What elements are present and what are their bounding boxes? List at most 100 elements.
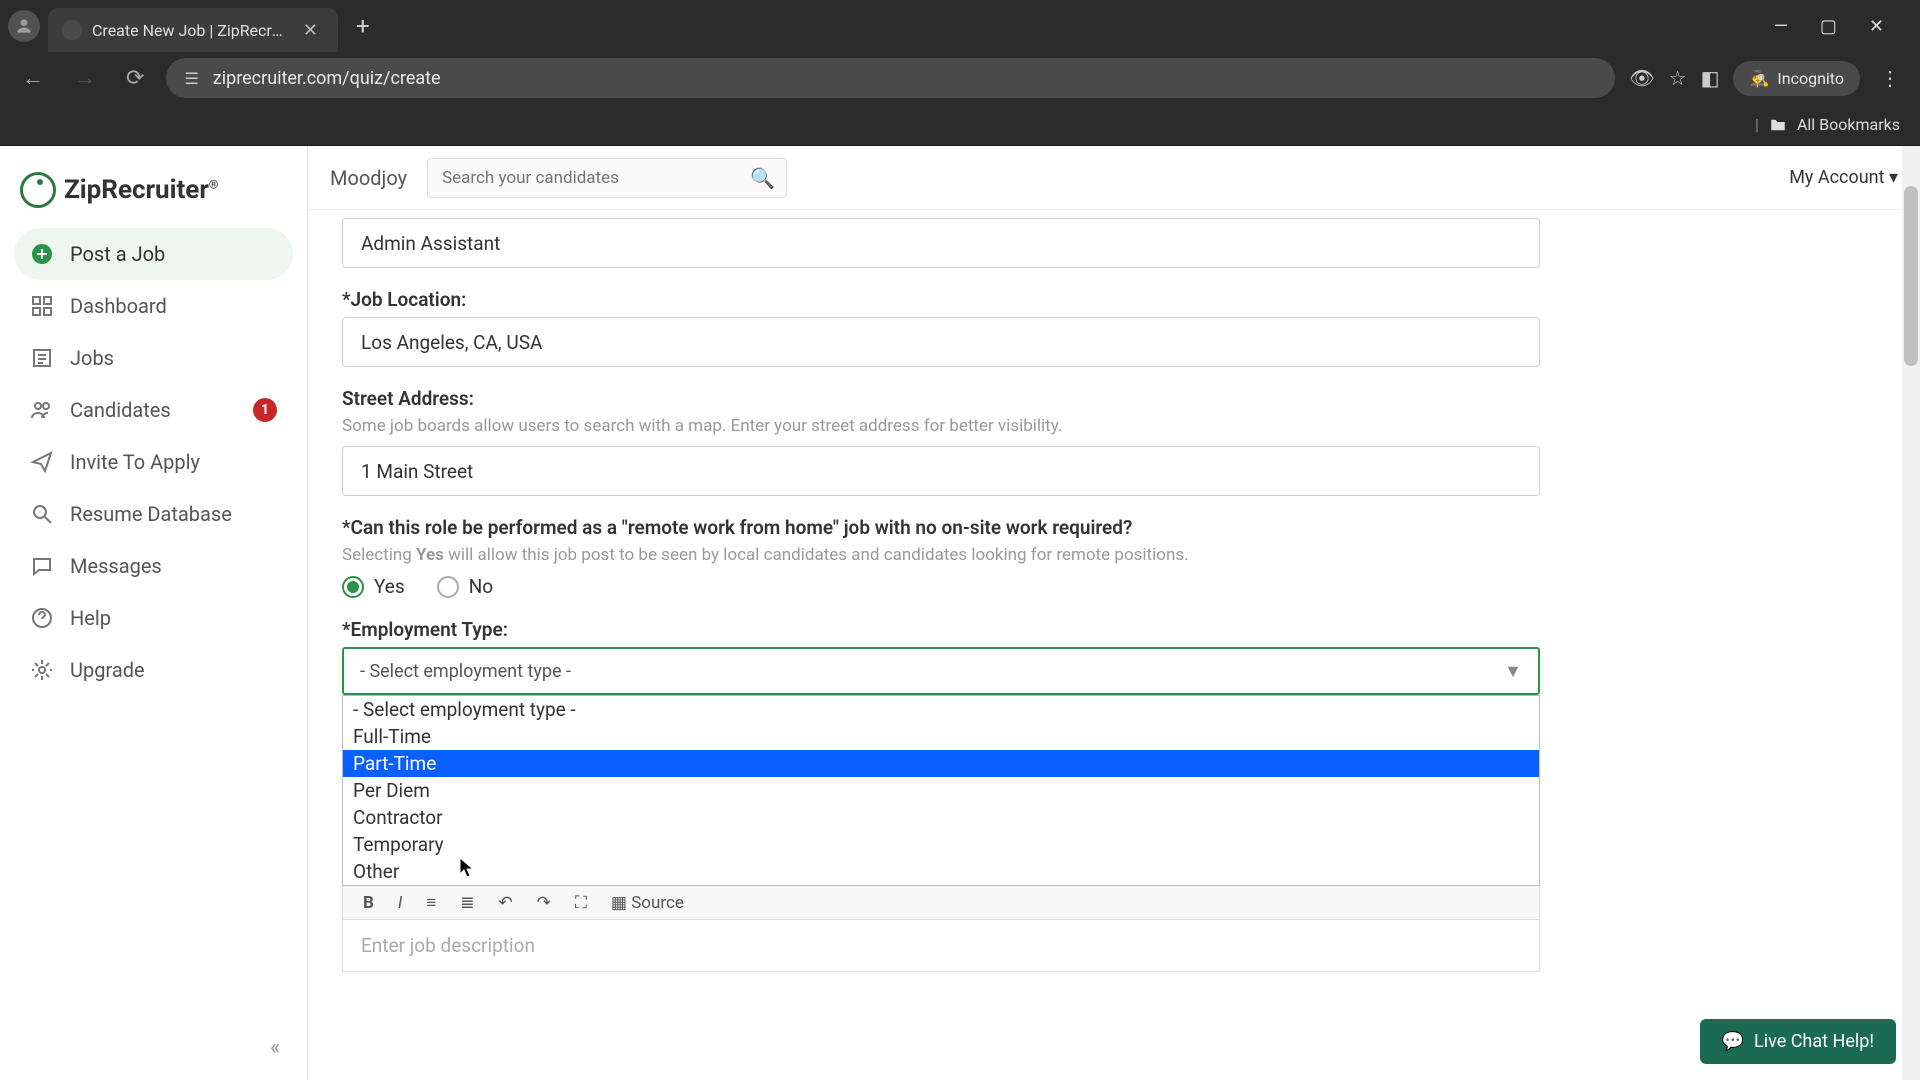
employment-type-dropdown: - Select employment type -Full-TimePart-… <box>342 695 1540 886</box>
all-bookmarks-link[interactable]: All Bookmarks <box>1797 115 1900 134</box>
search-icon <box>30 502 54 526</box>
job-form: *Job Location: Street Address: Some job … <box>308 210 1920 972</box>
expand-button[interactable]: ⛶ <box>569 891 593 915</box>
sidebar-item-dashboard[interactable]: Dashboard <box>14 280 293 332</box>
sidebar-item-upgrade[interactable]: Upgrade <box>14 644 293 696</box>
redo-button[interactable]: ↷ <box>531 891 557 915</box>
dropdown-option[interactable]: Other <box>343 858 1539 885</box>
radio-yes[interactable]: Yes <box>342 575 405 598</box>
minimize-button[interactable]: ― <box>1764 10 1798 43</box>
remote-work-hint: Selecting Yes will allow this job post t… <box>342 545 1886 565</box>
sidebar-item-invite[interactable]: Invite To Apply <box>14 436 293 488</box>
sidebar-item-post-job[interactable]: Post a Job <box>14 228 293 280</box>
dropdown-option[interactable]: - Select employment type - <box>343 696 1539 723</box>
org-name[interactable]: Moodjoy <box>330 166 407 190</box>
street-address-label: Street Address: <box>342 387 1886 410</box>
sidebar-label: Help <box>70 606 277 630</box>
street-address-hint: Some job boards allow users to search wi… <box>342 416 1886 436</box>
grid-icon <box>30 294 54 318</box>
tab-close-icon[interactable]: ✕ <box>297 18 324 43</box>
search-input[interactable] <box>427 158 787 198</box>
live-chat-label: Live Chat Help! <box>1754 1031 1874 1052</box>
radio-icon <box>437 576 459 598</box>
new-tab-button[interactable]: + <box>346 8 380 44</box>
sidebar-item-help[interactable]: Help <box>14 592 293 644</box>
chat-bubble-icon: 💬 <box>1722 1031 1744 1052</box>
profile-avatar[interactable] <box>8 10 40 42</box>
dropdown-option[interactable]: Full-Time <box>343 723 1539 750</box>
radio-icon <box>342 576 364 598</box>
undo-button[interactable]: ↶ <box>493 891 519 915</box>
bold-button[interactable]: B <box>357 891 380 915</box>
job-location-input[interactable] <box>342 317 1540 367</box>
radio-yes-label: Yes <box>374 575 405 598</box>
search-icon[interactable]: 🔍 <box>750 166 775 190</box>
dropdown-option[interactable]: Part-Time <box>343 750 1539 777</box>
sidebar-label: Invite To Apply <box>70 450 277 474</box>
chevron-down-icon: ▼ <box>1504 661 1522 682</box>
my-account-menu[interactable]: My Account ▾ <box>1789 167 1898 188</box>
dropdown-option[interactable]: Per Diem <box>343 777 1539 804</box>
logo[interactable]: ZipRecruiter® <box>14 164 293 228</box>
browser-tab[interactable]: Create New Job | ZipRecruiter ✕ <box>48 8 338 52</box>
incognito-label: Incognito <box>1777 69 1844 88</box>
employment-type-label: *Employment Type: <box>342 618 1886 641</box>
radio-no-label: No <box>469 575 493 598</box>
forward-button: → <box>66 59 104 97</box>
italic-button[interactable]: I <box>392 891 408 915</box>
sidebar-label: Jobs <box>70 346 277 370</box>
job-title-input[interactable] <box>342 218 1540 268</box>
users-icon <box>30 398 54 422</box>
live-chat-button[interactable]: 💬 Live Chat Help! <box>1700 1019 1896 1064</box>
sidebar-label: Candidates <box>70 398 237 422</box>
dropdown-option[interactable]: Temporary <box>343 831 1539 858</box>
sidebar-item-candidates[interactable]: Candidates 1 <box>14 384 293 436</box>
window-controls: ― ▢ ✕ <box>1764 10 1912 43</box>
panel-icon[interactable]: ◧ <box>1701 66 1720 90</box>
candidates-badge: 1 <box>253 398 277 422</box>
chat-icon <box>30 554 54 578</box>
source-button[interactable]: ▦ Source <box>605 891 690 915</box>
editor-body[interactable]: Enter job description <box>342 920 1540 972</box>
ordered-list-button[interactable]: ≡ <box>420 891 442 915</box>
sidebar-label: Messages <box>70 554 277 578</box>
vertical-scrollbar[interactable] <box>1902 146 1920 1080</box>
close-window-button[interactable]: ✕ <box>1859 10 1894 43</box>
employment-type-select[interactable]: - Select employment type - ▼ <box>342 647 1540 695</box>
incognito-icon: 🕵 <box>1749 69 1769 88</box>
sidebar-label: Post a Job <box>70 242 277 266</box>
sidebar-item-messages[interactable]: Messages <box>14 540 293 592</box>
back-button[interactable]: ← <box>14 59 52 97</box>
list-icon <box>30 346 54 370</box>
reload-button[interactable]: ⟳ <box>118 60 152 97</box>
bookmark-star-icon[interactable]: ☆ <box>1669 66 1687 90</box>
collapse-sidebar-icon[interactable]: « <box>270 1035 280 1060</box>
address-bar: ← → ⟳ ☰ ziprecruiter.com/quiz/create 👁 ☆… <box>0 52 1920 104</box>
job-location-label: *Job Location: <box>342 288 1886 311</box>
scrollbar-thumb[interactable] <box>1904 186 1918 366</box>
street-address-input[interactable] <box>342 446 1540 496</box>
tab-title: Create New Job | ZipRecruiter <box>92 21 287 40</box>
site-info-icon[interactable]: ☰ <box>184 69 198 88</box>
sidebar-item-resume-db[interactable]: Resume Database <box>14 488 293 540</box>
sidebar-item-jobs[interactable]: Jobs <box>14 332 293 384</box>
sidebar-label: Upgrade <box>70 658 277 682</box>
eye-off-icon[interactable]: 👁 <box>1629 66 1654 90</box>
select-value: - Select employment type - <box>360 661 571 682</box>
tab-favicon <box>62 20 82 40</box>
maximize-button[interactable]: ▢ <box>1810 10 1847 43</box>
url-text: ziprecruiter.com/quiz/create <box>213 68 1597 89</box>
address-field[interactable]: ☰ ziprecruiter.com/quiz/create <box>166 58 1615 98</box>
bookmarks-bar: | All Bookmarks <box>0 104 1920 146</box>
incognito-badge[interactable]: 🕵 Incognito <box>1733 61 1860 96</box>
sidebar: ZipRecruiter® Post a Job Dashboard Jobs … <box>0 146 308 1080</box>
dropdown-option[interactable]: Contractor <box>343 804 1539 831</box>
help-icon <box>30 606 54 630</box>
browser-menu-button[interactable]: ⋮ <box>1874 60 1906 96</box>
unordered-list-button[interactable]: ≣ <box>454 891 480 915</box>
logo-text: ZipRecruiter® <box>64 175 218 205</box>
folder-icon <box>1769 116 1787 134</box>
radio-no[interactable]: No <box>437 575 493 598</box>
plus-circle-icon <box>30 242 54 266</box>
topbar: Moodjoy 🔍 My Account ▾ <box>308 146 1920 210</box>
